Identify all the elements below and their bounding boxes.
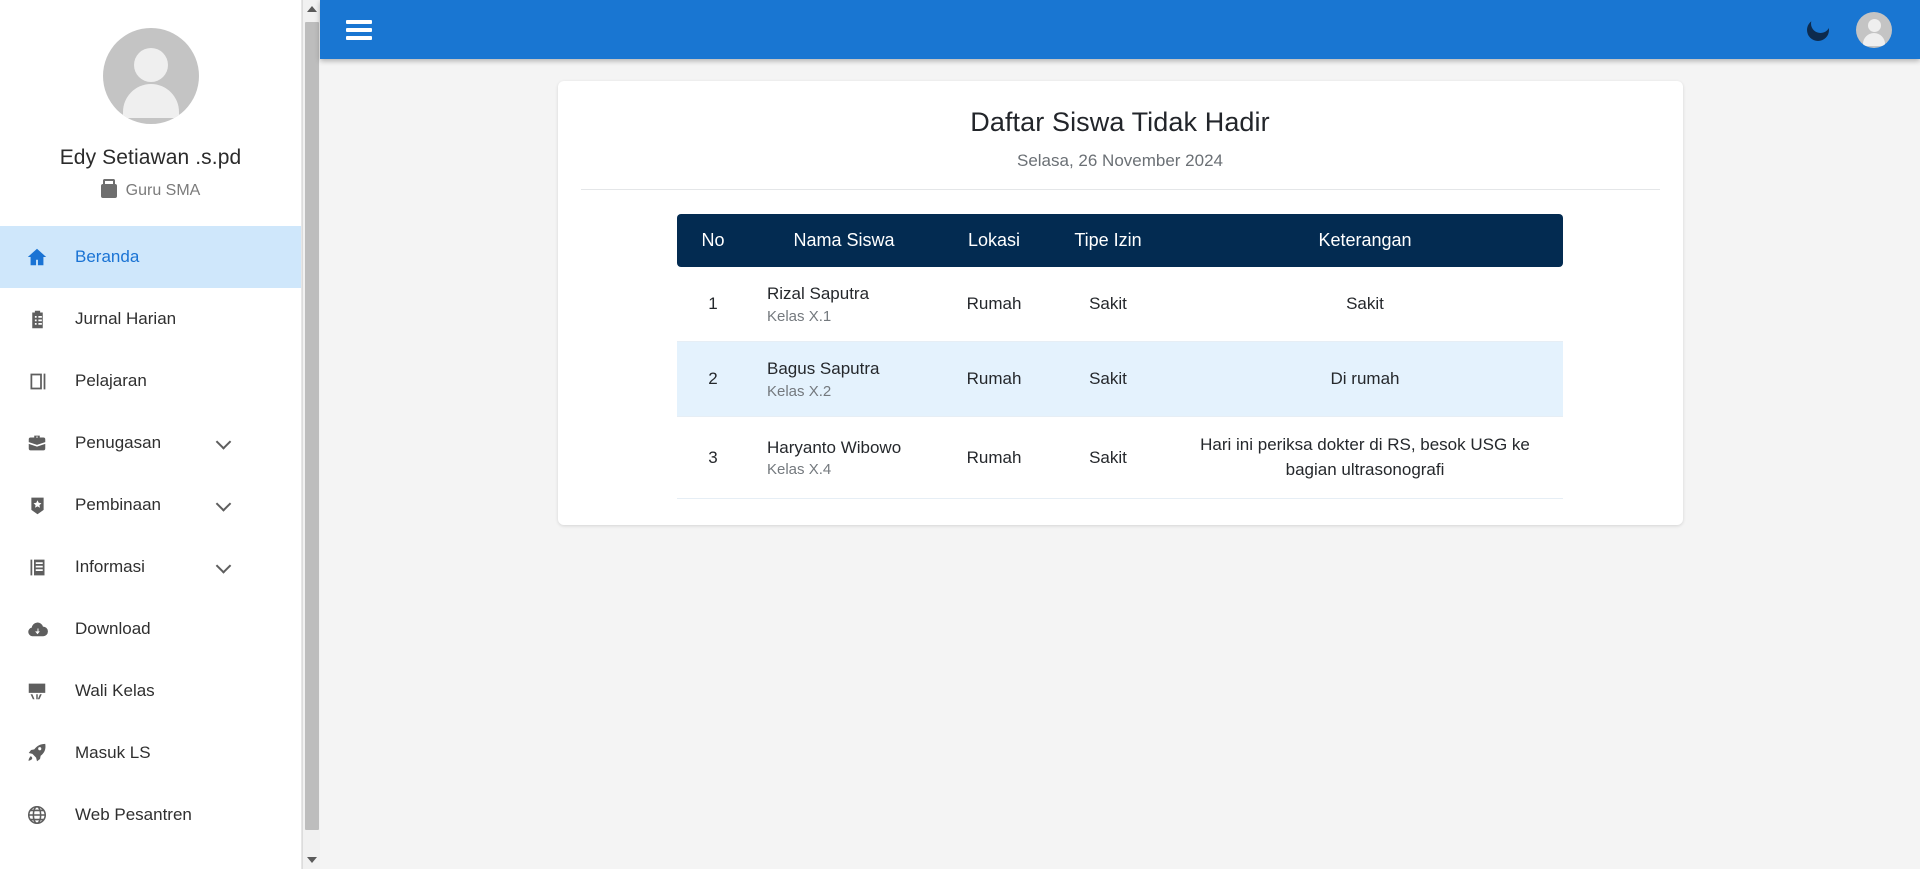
sidebar-item-pembinaan[interactable]: Pembinaan — [0, 474, 301, 536]
cell-keterangan: Di rumah — [1167, 341, 1563, 417]
cell-lokasi: Rumah — [939, 341, 1049, 417]
sidebar-item-web-pesantren[interactable]: Web Pesantren — [0, 784, 301, 846]
column-header-keterangan: Keterangan — [1167, 214, 1563, 267]
user-avatar-icon — [102, 28, 199, 124]
account-avatar-icon[interactable] — [1856, 11, 1892, 48]
profile-role: Guru SMA — [125, 182, 201, 199]
student-class: Kelas X.4 — [767, 461, 832, 479]
easel-icon — [22, 678, 52, 704]
student-class: Kelas X.2 — [767, 382, 832, 400]
moon-icon[interactable] — [1806, 13, 1830, 42]
sidebar-item-label: Web Pesantren — [75, 805, 192, 824]
cell-tipe-izin: Sakit — [1049, 267, 1167, 342]
absent-students-table: No Nama Siswa Lokasi Tipe Izin Keteranga… — [677, 214, 1563, 500]
chevron-down-icon[interactable] — [215, 558, 232, 574]
cell-nama-siswa: Rizal Saputra Kelas X.1 — [749, 267, 939, 342]
cell-nama-siswa: Bagus Saputra Kelas X.2 — [749, 341, 939, 417]
sidebar-item-jurnal-harian[interactable]: Jurnal Harian — [0, 288, 301, 350]
profile-name: Edy Setiawan .s.pd — [59, 146, 242, 169]
globe-icon — [22, 802, 52, 828]
student-name: Rizal Saputra — [767, 284, 870, 303]
sidebar-item-beranda[interactable]: Beranda — [0, 226, 301, 288]
page-title: Daftar Siswa Tidak Hadir — [970, 107, 1270, 137]
cell-tipe-izin: Sakit — [1049, 417, 1167, 500]
sidebar-item-label: Penugasan — [75, 433, 162, 452]
rocket-icon — [22, 740, 52, 766]
cloud-download-icon — [22, 616, 52, 642]
chevron-down-icon[interactable] — [215, 496, 232, 512]
column-header-no: No — [677, 214, 749, 267]
badge-icon — [22, 492, 52, 518]
cell-no: 3 — [677, 417, 749, 500]
home-icon — [22, 244, 52, 270]
sidebar-item-label: Wali Kelas — [75, 681, 155, 700]
table-row[interactable]: 2 Bagus Saputra Kelas X.2 Rumah Sakit Di… — [677, 341, 1563, 417]
sidebar-item-label: Beranda — [75, 247, 140, 266]
chevron-up-icon[interactable] — [303, 0, 321, 18]
attendance-card: Daftar Siswa Tidak Hadir Selasa, 26 Nove… — [557, 81, 1683, 526]
sidebar-item-label: Informasi — [75, 557, 145, 576]
chevron-down-icon[interactable] — [215, 434, 232, 450]
sidebar-item-label: Masuk LS — [75, 743, 151, 762]
student-name: Bagus Saputra — [767, 358, 880, 378]
sidebar-scrollbar[interactable] — [302, 0, 321, 869]
table-header-row: No Nama Siswa Lokasi Tipe Izin Keteranga… — [677, 214, 1563, 267]
table-header: No Nama Siswa Lokasi Tipe Izin Keteranga… — [677, 214, 1563, 267]
sidebar-item-masuk-ls[interactable]: Masuk LS — [0, 722, 301, 784]
cell-lokasi: Rumah — [939, 417, 1049, 500]
scrollbar-thumb[interactable] — [305, 22, 319, 830]
sidebar: Edy Setiawan .s.pd Guru SMA Beranda Jurn… — [0, 0, 321, 869]
column-header-nama: Nama Siswa — [749, 214, 939, 267]
main-area: Daftar Siswa Tidak Hadir Selasa, 26 Nove… — [320, 0, 1920, 869]
sidebar-item-label: Download — [75, 619, 151, 638]
cell-lokasi: Rumah — [939, 267, 1049, 342]
content-area: Daftar Siswa Tidak Hadir Selasa, 26 Nove… — [320, 59, 1920, 869]
sidebar-item-wali-kelas[interactable]: Wali Kelas — [0, 660, 301, 722]
cell-no: 2 — [677, 341, 749, 417]
sidebar-item-label: Jurnal Harian — [75, 309, 177, 328]
profile-section: Edy Setiawan .s.pd Guru SMA — [0, 0, 301, 222]
cell-keterangan: Hari ini periksa dokter di RS, besok USG… — [1167, 417, 1563, 500]
briefcase-icon — [22, 430, 52, 456]
sidebar-item-penugasan[interactable]: Penugasan — [0, 412, 301, 474]
sidebar-item-label: Pembinaan — [75, 495, 162, 514]
cell-no: 1 — [677, 267, 749, 342]
sidebar-item-label: Pelajaran — [75, 371, 147, 390]
profile-role-line: Guru SMA — [0, 179, 301, 200]
cell-nama-siswa: Haryanto Wibowo Kelas X.4 — [749, 417, 939, 500]
table-row[interactable]: 1 Rizal Saputra Kelas X.1 Rumah Sakit Sa… — [677, 267, 1563, 342]
cell-keterangan: Sakit — [1167, 267, 1563, 342]
table-row[interactable]: 3 Haryanto Wibowo Kelas X.4 Rumah Sakit … — [677, 417, 1563, 500]
book-icon — [22, 368, 52, 394]
student-name: Haryanto Wibowo — [767, 437, 902, 457]
chevron-down-icon[interactable] — [303, 851, 321, 869]
sidebar-item-informasi[interactable]: Informasi — [0, 536, 301, 598]
student-class: Kelas X.1 — [767, 307, 832, 325]
divider — [580, 189, 1660, 190]
cell-tipe-izin: Sakit — [1049, 341, 1167, 417]
top-bar-actions — [1806, 11, 1892, 48]
document-icon — [22, 554, 52, 580]
page-subtitle-date: Selasa, 26 November 2024 — [1016, 151, 1224, 170]
column-header-tipe-izin: Tipe Izin — [1049, 214, 1167, 267]
table-body: 1 Rizal Saputra Kelas X.1 Rumah Sakit Sa… — [677, 267, 1563, 500]
sidebar-item-download[interactable]: Download — [0, 598, 301, 660]
clipboard-icon — [22, 306, 52, 332]
top-bar — [320, 0, 1920, 59]
sidebar-item-pelajaran[interactable]: Pelajaran — [0, 350, 301, 412]
sidebar-scroll-area: Edy Setiawan .s.pd Guru SMA Beranda Jurn… — [0, 0, 302, 869]
sidebar-menu: Beranda Jurnal Harian Pelajaran Penugasa… — [0, 222, 301, 846]
column-header-lokasi: Lokasi — [939, 214, 1049, 267]
briefcase-icon — [100, 179, 117, 198]
hamburger-icon[interactable] — [346, 19, 372, 40]
